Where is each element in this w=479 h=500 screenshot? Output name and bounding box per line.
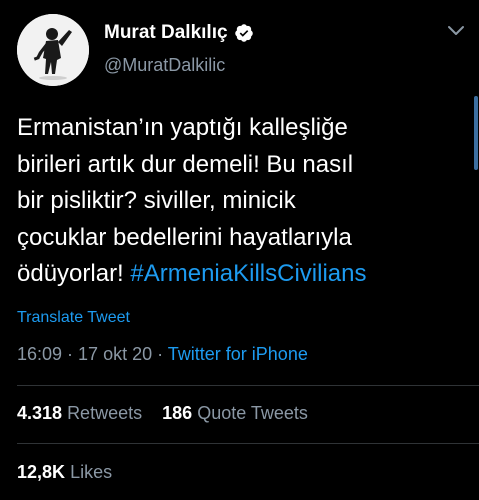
avatar-photo — [17, 14, 89, 86]
divider — [17, 443, 479, 444]
retweets-count: 4.318 — [17, 403, 63, 423]
tweet-line: ödüyorlar! — [17, 260, 131, 287]
author-handle[interactable]: @MuratDalkilic — [104, 55, 225, 76]
scrollbar[interactable] — [474, 96, 478, 170]
author-name-row[interactable]: Murat Dalkılıç — [104, 22, 254, 44]
display-name[interactable]: Murat Dalkılıç — [104, 22, 228, 44]
translate-tweet-link[interactable]: Translate Tweet — [17, 309, 130, 327]
meta-separator: · — [62, 344, 79, 364]
tweet-line: birileri artık dur demeli! Bu nasıl — [17, 150, 354, 178]
quote-tweets-stat[interactable]: 186 Quote Tweets — [162, 403, 308, 423]
likes-stats: 12,8K Likes — [17, 462, 112, 483]
tweet-source-link[interactable]: Twitter for iPhone — [168, 344, 308, 364]
engagement-stats: 4.318 Retweets 186 Quote Tweets — [17, 403, 308, 424]
retweets-label: Retweets — [67, 403, 143, 423]
avatar[interactable] — [17, 14, 89, 86]
quote-tweets-label: Quote Tweets — [197, 403, 308, 423]
tweet-date[interactable]: 17 okt 20 — [78, 344, 152, 364]
tweet-time[interactable]: 16:09 — [17, 344, 62, 364]
tweet-meta: 16:09 · 17 okt 20 · Twitter for iPhone — [17, 344, 308, 365]
chevron-down-icon[interactable] — [446, 24, 466, 38]
meta-separator: · — [152, 344, 168, 364]
verified-badge-icon — [234, 23, 254, 43]
tweet-line-last: ödüyorlar! #ArmeniaKillsCivilians — [17, 256, 457, 293]
tweet-line: bir pisliktir? siviller, minicik — [17, 187, 296, 214]
tweet-text: Ermanistan’ın yaptığı kalleşliğe biriler… — [17, 110, 457, 293]
retweets-stat[interactable]: 4.318 Retweets — [17, 403, 142, 423]
likes-label: Likes — [70, 462, 113, 482]
likes-stat[interactable]: 12,8K Likes — [17, 462, 112, 482]
divider — [17, 385, 479, 386]
quote-tweets-count: 186 — [162, 403, 193, 423]
hashtag-link[interactable]: #ArmeniaKillsCivilians — [130, 260, 366, 287]
tweet-line: Ermanistan’ın yaptığı kalleşliğe — [17, 114, 348, 141]
likes-count: 12,8K — [17, 462, 66, 482]
tweet-line: çocuklar bedellerini hayatlarıyla — [17, 223, 352, 251]
